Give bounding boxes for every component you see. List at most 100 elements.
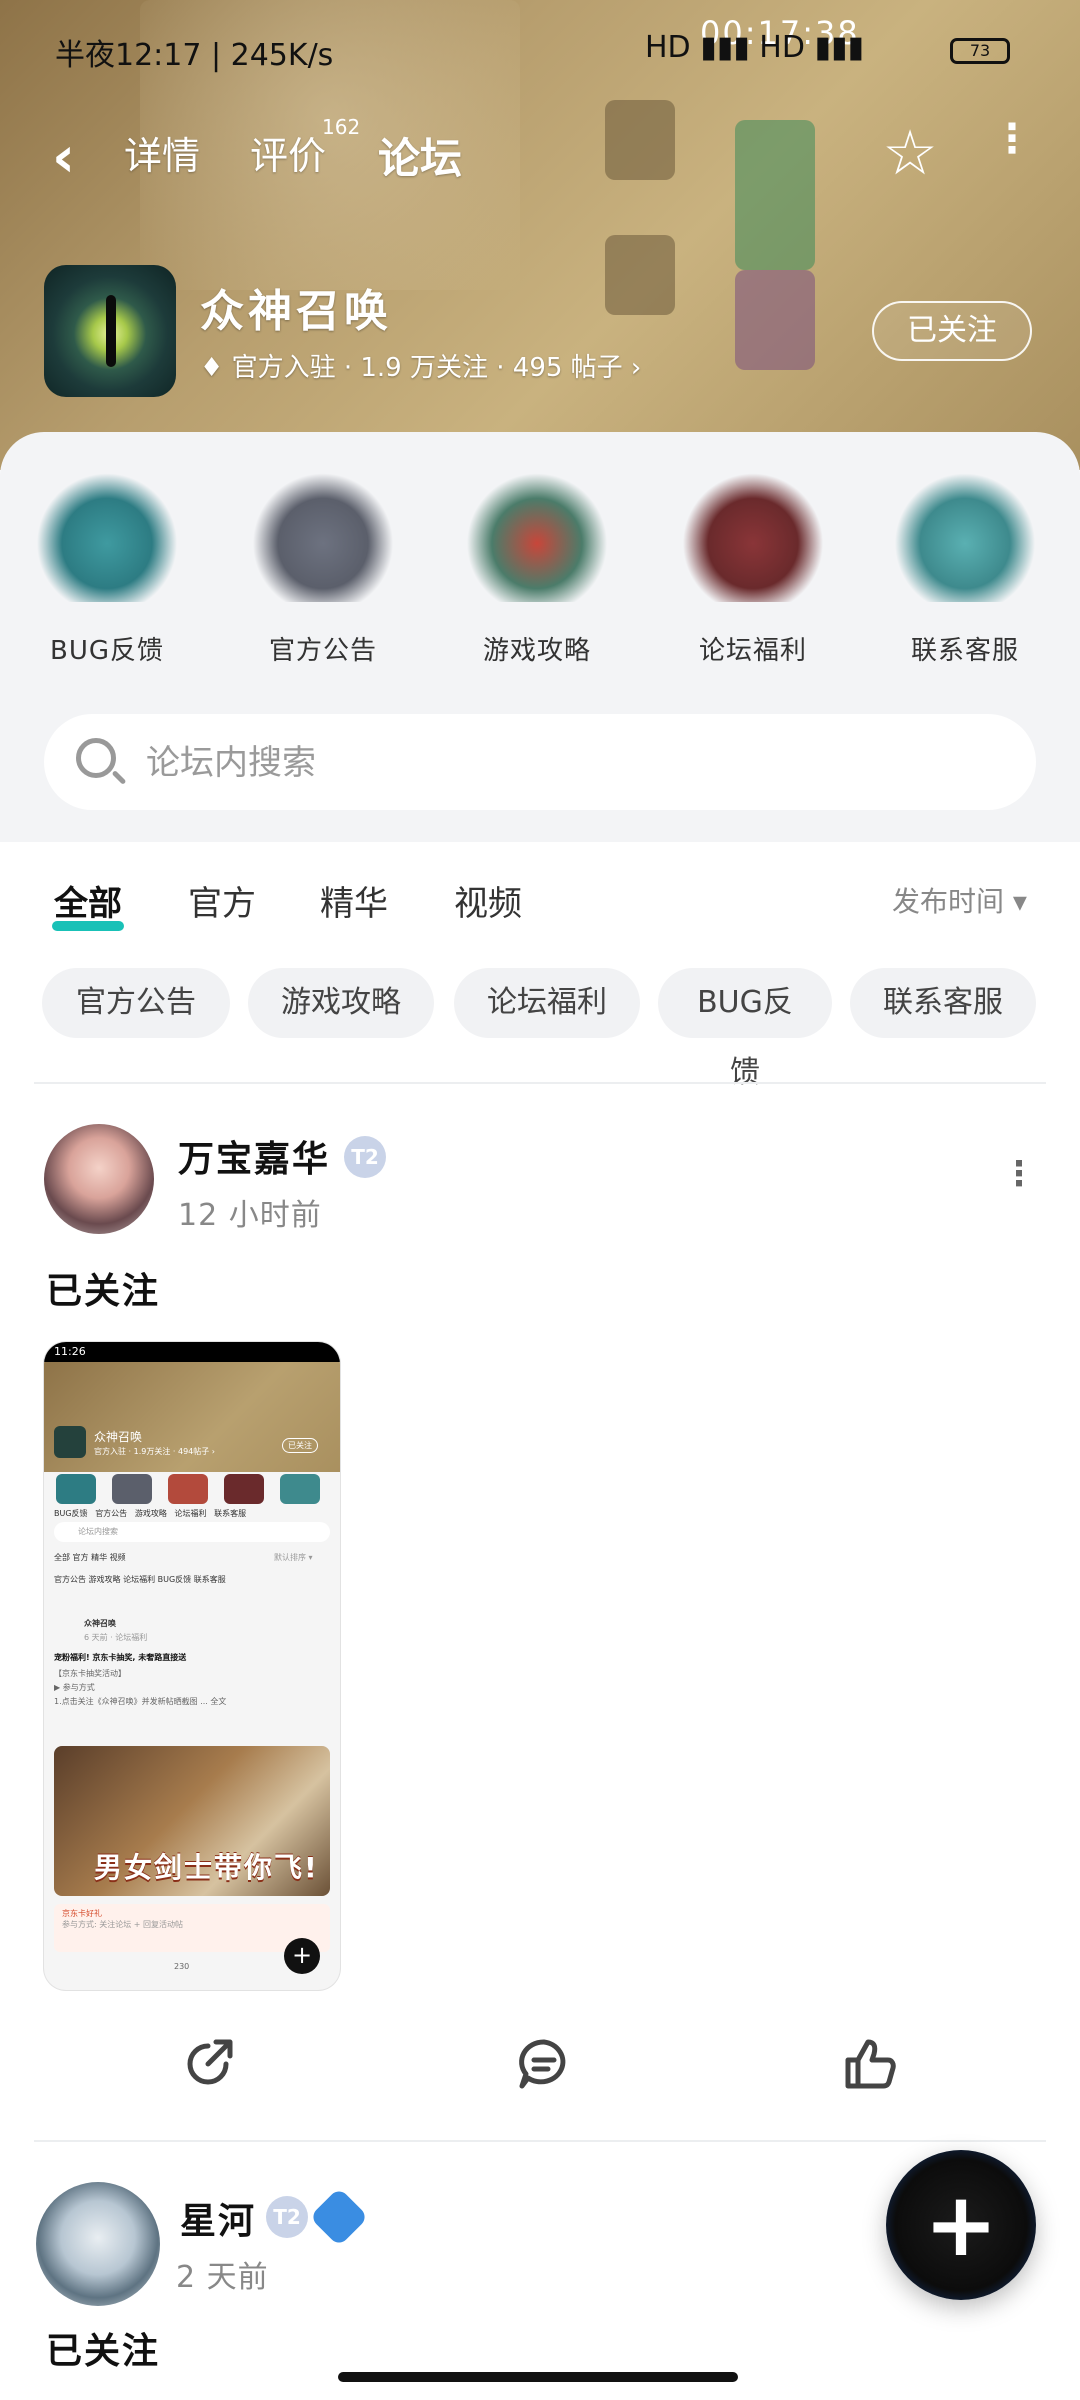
filter-tab-video[interactable]: 视频 xyxy=(454,876,522,925)
quick-entry-welfare[interactable]: 论坛福利 xyxy=(668,472,838,672)
thumb-dragon-icon xyxy=(112,1474,152,1504)
thumb-dragon-icon xyxy=(168,1474,208,1504)
thumb-post-title: 宠粉福利! 京东卡抽奖, 未奢路直接送 xyxy=(54,1653,187,1662)
back-icon[interactable]: ‹ xyxy=(52,130,92,186)
chip-bug-feedback[interactable]: BUG反馈 xyxy=(658,968,832,1090)
share-icon-svg xyxy=(187,2039,233,2085)
post-filter-tabs: 全部 官方 精华 视频 发布时间 ▾ xyxy=(0,870,1080,940)
dragon-icon xyxy=(467,472,607,602)
thumb-sort: 默认排序 ▾ xyxy=(274,1553,313,1562)
dragon-icon xyxy=(683,472,823,602)
thumb-dragon-icon xyxy=(224,1474,264,1504)
thumb-app-title: 众神召唤 xyxy=(94,1430,143,1444)
create-post-button[interactable]: + xyxy=(886,2150,1036,2300)
post-time: 12 小时前 xyxy=(178,1198,322,1233)
level-badge: T2 xyxy=(344,1136,386,1178)
chip-welfare[interactable]: 论坛福利 xyxy=(454,968,640,1038)
thumb-post-author: 众神召唤 xyxy=(84,1619,116,1628)
thumb-dragon-icon xyxy=(280,1474,320,1504)
filter-tab-label: 全部 xyxy=(54,884,122,924)
tab-details[interactable]: 详情 xyxy=(124,125,200,180)
post-text[interactable]: 已关注 xyxy=(46,1262,160,1314)
tab-forum[interactable]: 论坛 xyxy=(376,125,465,190)
app-title: 众神召唤 xyxy=(200,286,392,337)
quick-entry-support[interactable]: 联系客服 xyxy=(880,472,1050,672)
thumb-app-sub: 官方入驻 · 1.9万关注 · 494帖子 › xyxy=(94,1447,215,1456)
thumb-banner: 男女剑士带你飞! xyxy=(54,1746,330,1896)
thumb-dragon-icon xyxy=(56,1474,96,1504)
post-time: 2 天前 xyxy=(176,2260,269,2295)
chip-guides[interactable]: 游戏攻略 xyxy=(248,968,434,1038)
post-more-icon[interactable]: ⋮ xyxy=(1002,1157,1036,1206)
hero-header: 半夜12:17 | 245K/s 00:17:38 HD ▮▮▮ HD ▮▮▮ … xyxy=(0,0,1080,470)
thumb-search: 论坛内搜索 xyxy=(54,1522,330,1542)
quick-entry-bug-feedback[interactable]: BUG反馈 xyxy=(22,472,192,672)
quick-entry-label: BUG反馈 xyxy=(49,636,164,666)
status-left-text: 半夜12:17 | 245K/s xyxy=(55,38,334,73)
star-icon[interactable]: ☆ xyxy=(878,121,942,185)
battery-icon: 73 xyxy=(950,38,1010,64)
dragon-icon xyxy=(253,472,393,602)
reviews-count-badge: 162 xyxy=(322,115,361,139)
thumbs-up-icon[interactable] xyxy=(840,2034,900,2094)
thumb-tabs: 全部 官方 精华 视频 xyxy=(54,1553,126,1562)
thumb-status-bar: 11:26 xyxy=(44,1342,340,1362)
quick-entry-announcements[interactable]: 官方公告 xyxy=(238,472,408,672)
thumb-gift-title: 京东卡好礼 xyxy=(62,1909,102,1918)
network-indicator: HD ▮▮▮ HD ▮▮▮ xyxy=(645,30,864,65)
filter-tab-official[interactable]: 官方 xyxy=(188,876,256,925)
quick-entry-label: 官方公告 xyxy=(268,636,377,666)
sort-dropdown[interactable]: 发布时间 ▾ xyxy=(892,880,1027,920)
filter-tab-all[interactable]: 全部 xyxy=(52,876,124,931)
post-text[interactable]: 已关注 xyxy=(46,2322,160,2374)
app-stats-text: 官方入驻 · 1.9 万关注 · 495 帖子 › xyxy=(231,353,642,383)
quick-entry-label: 论坛福利 xyxy=(698,636,807,666)
thumb-post-line: ▶ 参与方式 xyxy=(54,1683,95,1692)
avatar[interactable] xyxy=(36,2182,160,2306)
follow-button[interactable]: 已关注 xyxy=(872,301,1032,361)
tab-reviews[interactable]: 评价 xyxy=(250,125,326,180)
level-badge: T2 xyxy=(266,2196,308,2238)
thumb-gift-line: 参与方式: 关注论坛 + 回复活动帖 xyxy=(62,1920,184,1929)
chip-support[interactable]: 联系客服 xyxy=(850,968,1036,1038)
dragon-eye-pupil xyxy=(106,295,116,367)
app-info: 众神召唤 ♦ 官方入驻 · 1.9 万关注 · 495 帖子 › 已关注 xyxy=(0,265,1080,405)
forum-search-bar[interactable] xyxy=(44,714,1036,810)
thumbs-up-icon-svg xyxy=(845,2039,896,2089)
thumb-quick-labels: BUG反馈 官方公告 游戏攻略 论坛福利 联系客服 xyxy=(54,1509,247,1518)
dragon-icon xyxy=(37,472,177,602)
thumb-post-line: 1.点击关注《众神召唤》并发新帖晒截图 ... 全文 xyxy=(54,1697,227,1706)
more-options-icon[interactable]: ⋮ xyxy=(992,119,1032,189)
thumb-post-meta: 6 天前 · 论坛福利 xyxy=(84,1633,148,1642)
search-input[interactable] xyxy=(144,732,1008,794)
app-stats-link[interactable]: ♦ 官方入驻 · 1.9 万关注 · 495 帖子 › xyxy=(200,347,641,384)
post-author[interactable]: 万宝嘉华 xyxy=(178,1130,330,1182)
thumb-comment-count: 230 xyxy=(174,1962,190,1971)
status-bar: 半夜12:17 | 245K/s 00:17:38 HD ▮▮▮ HD ▮▮▮ … xyxy=(0,0,1080,110)
post-author[interactable]: 星河 xyxy=(180,2192,256,2244)
search-icon xyxy=(76,738,116,778)
avatar[interactable] xyxy=(44,1124,154,1234)
verified-diamond-icon: ♦ xyxy=(200,353,232,383)
app-icon xyxy=(44,265,176,397)
thumb-plus-icon: + xyxy=(284,1938,320,1974)
comment-icon[interactable] xyxy=(514,2034,574,2094)
gamepad-badge-icon xyxy=(309,2187,369,2247)
quick-entry-guides[interactable]: 游戏攻略 xyxy=(452,472,622,672)
filter-tab-featured[interactable]: 精华 xyxy=(320,876,388,925)
chip-announcements[interactable]: 官方公告 xyxy=(42,968,230,1038)
quick-entry-label: 联系客服 xyxy=(910,636,1019,666)
tab-forum-label: 论坛 xyxy=(378,134,463,183)
plus-icon: + xyxy=(924,2173,998,2276)
top-nav: ‹ 详情 评价 162 论坛 ☆ ⋮ xyxy=(0,115,1080,205)
thumb-post-line: 【京东卡抽奖活动】 xyxy=(54,1669,126,1678)
divider xyxy=(34,1082,1046,1084)
dragon-icon xyxy=(895,472,1035,602)
divider xyxy=(34,2140,1046,2142)
share-icon[interactable] xyxy=(178,2034,238,2094)
thumb-app-icon xyxy=(54,1426,86,1458)
home-indicator[interactable] xyxy=(338,2372,738,2382)
thumb-header: 众神召唤 官方入驻 · 1.9万关注 · 494帖子 › 已关注 xyxy=(44,1362,340,1472)
post-image[interactable]: 11:26 众神召唤 官方入驻 · 1.9万关注 · 494帖子 › 已关注 B… xyxy=(44,1342,340,1990)
thumb-follow: 已关注 xyxy=(282,1438,318,1453)
